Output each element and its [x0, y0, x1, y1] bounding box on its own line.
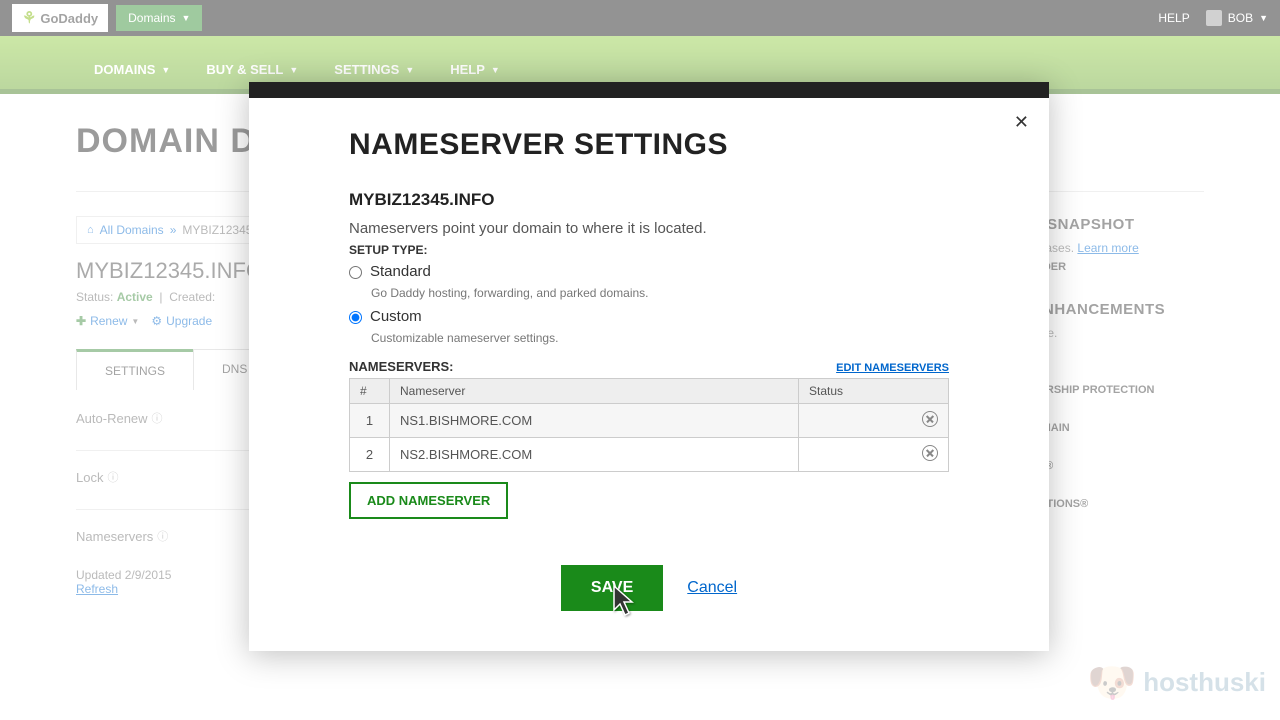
table-row: 1 NS1.BISHMORE.COM [350, 404, 949, 438]
cell-name: NS1.BISHMORE.COM [390, 404, 799, 438]
nameservers-label: NAMESERVERS: [349, 359, 454, 374]
cell-status [799, 404, 949, 438]
cancel-link[interactable]: Cancel [687, 579, 737, 597]
radio-standard-sub: Go Daddy hosting, forwarding, and parked… [371, 286, 949, 300]
nameserver-modal: ✕ NAMESERVER SETTINGS MYBIZ12345.INFO Na… [249, 82, 1049, 651]
save-button[interactable]: SAVE [561, 565, 663, 611]
modal-top-strip [249, 82, 1049, 98]
radio-custom-sub: Customizable nameserver settings. [371, 331, 949, 345]
nameservers-table: # Nameserver Status 1 NS1.BISHMORE.COM 2… [349, 378, 949, 472]
modal-description: Nameservers point your domain to where i… [349, 220, 949, 237]
cell-status [799, 438, 949, 472]
delete-icon[interactable] [922, 445, 938, 461]
table-row: 2 NS2.BISHMORE.COM [350, 438, 949, 472]
add-nameserver-button[interactable]: ADD NAMESERVER [349, 482, 508, 519]
radio-standard[interactable]: Standard [349, 263, 949, 280]
col-name: Nameserver [390, 379, 799, 404]
radio-label: Custom [370, 308, 422, 325]
setup-type-label: SETUP TYPE: [349, 243, 949, 257]
modal-domain: MYBIZ12345.INFO [349, 190, 949, 210]
cell-num: 1 [350, 404, 390, 438]
modal-title: NAMESERVER SETTINGS [349, 128, 949, 162]
radio-label: Standard [370, 263, 431, 280]
close-button[interactable]: ✕ [1014, 112, 1029, 133]
col-num: # [350, 379, 390, 404]
edit-nameservers-link[interactable]: EDIT NAMESERVERS [836, 362, 949, 374]
cell-num: 2 [350, 438, 390, 472]
radio-custom[interactable]: Custom [349, 308, 949, 325]
col-status: Status [799, 379, 949, 404]
radio-input-custom[interactable] [349, 311, 362, 324]
radio-input-standard[interactable] [349, 266, 362, 279]
delete-icon[interactable] [922, 411, 938, 427]
nameservers-header: NAMESERVERS: EDIT NAMESERVERS [349, 359, 949, 374]
modal-body: ✕ NAMESERVER SETTINGS MYBIZ12345.INFO Na… [249, 98, 1049, 651]
modal-actions: SAVE Cancel [349, 565, 949, 611]
cell-name: NS2.BISHMORE.COM [390, 438, 799, 472]
